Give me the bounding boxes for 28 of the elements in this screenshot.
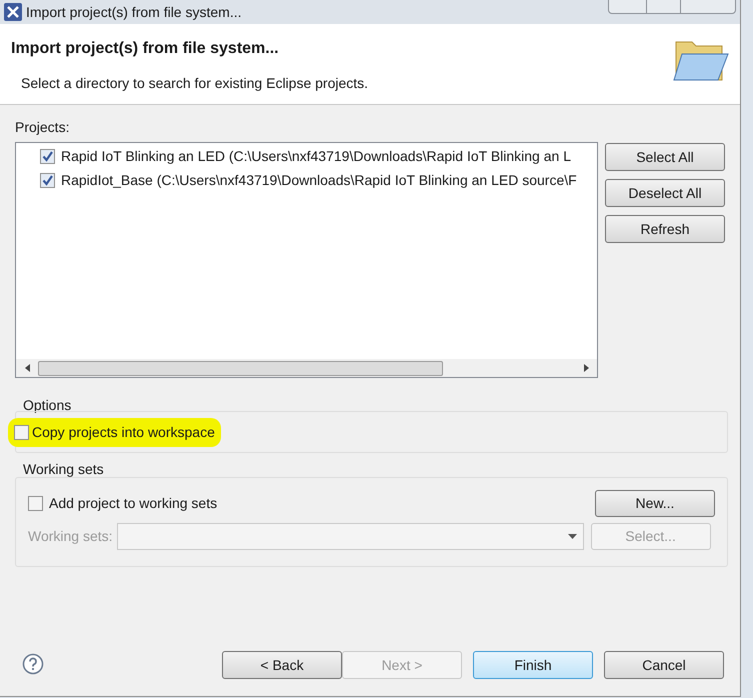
checked-checkbox[interactable] xyxy=(40,173,55,188)
header-description: Select a directory to search for existing Eclipse projects. xyxy=(20,74,368,93)
scroll-right-icon[interactable] xyxy=(584,364,588,372)
highlighted-option[interactable]: Copy projects into workspace xyxy=(8,418,221,446)
dialog-button[interactable]: < Back xyxy=(222,651,342,679)
checkbox-label: Add project to working sets xyxy=(49,494,218,513)
list-button[interactable]: Refresh xyxy=(605,215,725,243)
default-button[interactable]: Finish xyxy=(473,651,593,679)
option-label: Copy projects into workspace xyxy=(32,422,215,442)
checked-checkbox[interactable] xyxy=(40,149,55,164)
help-icon[interactable] xyxy=(22,653,44,675)
horizontal-scrollbar[interactable] xyxy=(16,359,597,377)
group-label: Options xyxy=(23,396,72,413)
scrollbar-thumb[interactable] xyxy=(38,360,443,376)
dialog-button[interactable]: Cancel xyxy=(604,651,724,679)
window-controls[interactable] xyxy=(608,0,736,14)
list-button[interactable]: Deselect All xyxy=(605,179,725,207)
field-label: Working sets: xyxy=(28,527,113,546)
app-icon xyxy=(4,3,22,21)
header-title: Import project(s) from file system... xyxy=(11,39,280,59)
projects-label: Projects: xyxy=(15,118,70,137)
checkbox[interactable] xyxy=(14,424,29,440)
project-name: RapidIot_Base (C:\Users\nxf43719\Downloads\Rapid IoT Blinking an LED source\F xyxy=(61,171,577,190)
project-name: Rapid IoT Blinking an LED (C:\Users\nxf43719\Downloads\Rapid IoT Blinking an L xyxy=(61,147,571,166)
window-title: Import project(s) from file system... xyxy=(26,2,242,22)
list-button[interactable]: Select All xyxy=(605,143,725,171)
group-label: Working sets xyxy=(23,460,105,477)
scroll-left-icon[interactable] xyxy=(24,364,30,372)
